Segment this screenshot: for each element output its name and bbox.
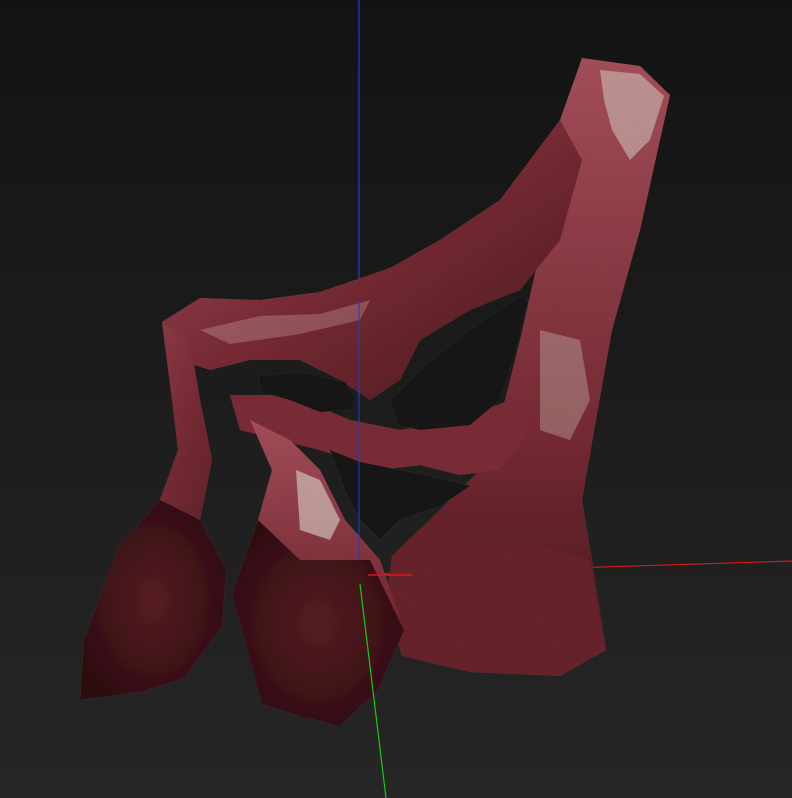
3d-viewport[interactable]: [0, 0, 792, 798]
viewport-canvas[interactable]: [0, 0, 792, 798]
